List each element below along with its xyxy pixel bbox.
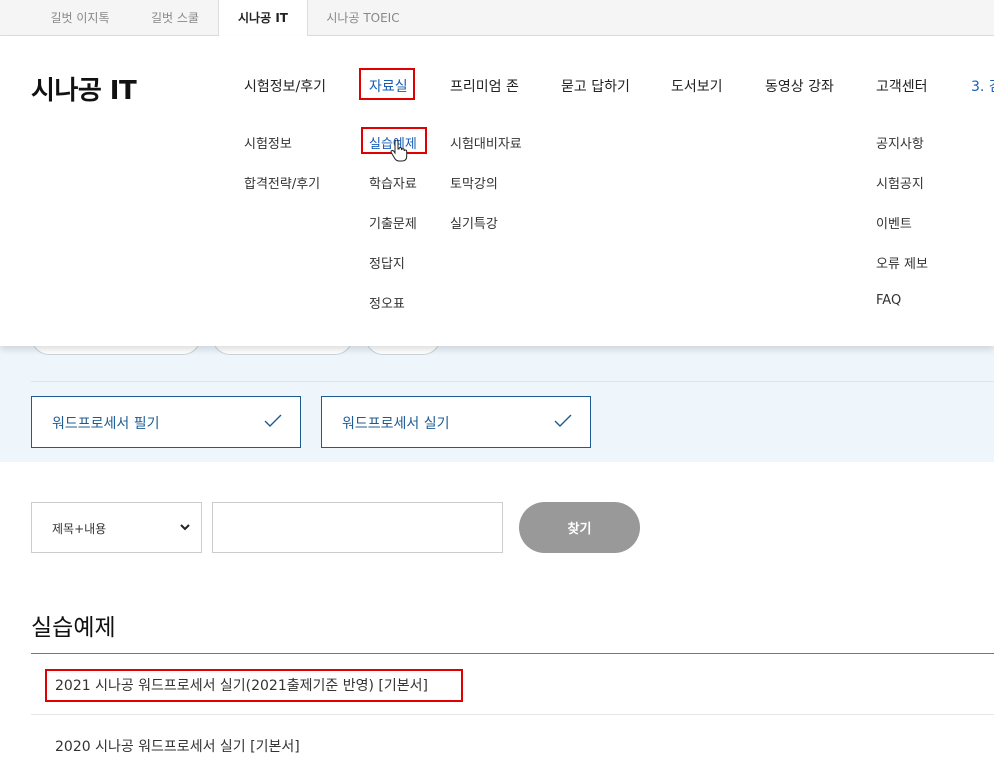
nav-qna[interactable]: 묻고 답하기 bbox=[561, 76, 630, 96]
site-tab-sinagong-it[interactable]: 시나공 IT bbox=[218, 0, 308, 37]
nav-books[interactable]: 도서보기 bbox=[671, 76, 723, 96]
submenu-report-error[interactable]: 오류 제보 bbox=[876, 253, 928, 272]
list-item[interactable]: 2021 시나공 워드프로세서 실기(2021출제기준 반영) [기본서] bbox=[31, 654, 994, 714]
nav-video-lectures[interactable]: 동영상 강좌 bbox=[765, 76, 834, 96]
submenu-practical-special[interactable]: 실기특강 bbox=[450, 213, 498, 232]
submenu-exam-info[interactable]: 시험정보 bbox=[244, 133, 292, 152]
nav-customer-center[interactable]: 고객센터 bbox=[876, 76, 928, 96]
submenu-errata[interactable]: 정오표 bbox=[369, 293, 405, 312]
site-tabs: 길벗 이지톡 길벗 스쿨 시나공 IT 시나공 TOEIC bbox=[0, 0, 994, 37]
nav-archive[interactable]: 자료실 bbox=[369, 76, 408, 96]
search-field-value: 제목+내용 bbox=[52, 522, 107, 536]
site-logo[interactable]: 시나공 IT bbox=[31, 70, 137, 107]
submenu-events[interactable]: 이벤트 bbox=[876, 213, 912, 232]
check-icon bbox=[264, 414, 282, 427]
submenu-study-materials[interactable]: 학습자료 bbox=[369, 173, 417, 192]
search-input[interactable] bbox=[212, 502, 503, 553]
hand-cursor-icon bbox=[390, 140, 408, 162]
list-item[interactable]: 2020 시나공 워드프로세서 실기 [기본서] bbox=[31, 715, 994, 775]
site-tab-eztok[interactable]: 길벗 이지톡 bbox=[30, 0, 130, 36]
site-tab-school[interactable]: 길벗 스쿨 bbox=[125, 0, 225, 36]
submenu-pass-strategy[interactable]: 합격전략/후기 bbox=[244, 173, 320, 192]
site-tab-toeic[interactable]: 시나공 TOEIC bbox=[312, 0, 414, 36]
submenu-faq[interactable]: FAQ bbox=[876, 293, 901, 308]
list-item-title[interactable]: 2021 시나공 워드프로세서 실기(2021출제기준 반영) [기본서] bbox=[55, 675, 428, 695]
nav-overflow-item[interactable]: 3. 검 bbox=[971, 76, 994, 96]
search-field-select[interactable]: 제목+내용 bbox=[31, 502, 202, 553]
nav-premium-zone[interactable]: 프리미엄 존 bbox=[450, 76, 519, 96]
category-label: 워드프로세서 실기 bbox=[342, 416, 450, 432]
submenu-short-lectures[interactable]: 토막강의 bbox=[450, 173, 498, 192]
category-label: 워드프로세서 필기 bbox=[52, 416, 160, 432]
section-title: 실습예제 bbox=[31, 615, 116, 641]
category-word-practical-button[interactable]: 워드프로세서 실기 bbox=[321, 396, 591, 448]
submenu-answer-sheets[interactable]: 정답지 bbox=[369, 253, 405, 272]
category-band: 워드프로세서 필기 워드프로세서 실기 bbox=[0, 336, 994, 462]
submenu-exam-prep[interactable]: 시험대비자료 bbox=[450, 133, 522, 152]
nav-exam-info[interactable]: 시험정보/후기 bbox=[244, 76, 326, 96]
chevron-down-icon bbox=[180, 524, 190, 531]
mega-menu: 시나공 IT 시험정보/후기 자료실 프리미엄 존 묻고 답하기 도서보기 동영… bbox=[0, 36, 994, 346]
category-word-written-button[interactable]: 워드프로세서 필기 bbox=[31, 396, 301, 448]
search-button[interactable]: 찾기 bbox=[519, 502, 640, 553]
band-divider bbox=[31, 381, 994, 382]
check-icon bbox=[554, 414, 572, 427]
submenu-exam-notices[interactable]: 시험공지 bbox=[876, 173, 924, 192]
submenu-past-exams[interactable]: 기출문제 bbox=[369, 213, 417, 232]
submenu-notices[interactable]: 공지사항 bbox=[876, 133, 924, 152]
list-item-title[interactable]: 2020 시나공 워드프로세서 실기 [기본서] bbox=[55, 736, 300, 756]
